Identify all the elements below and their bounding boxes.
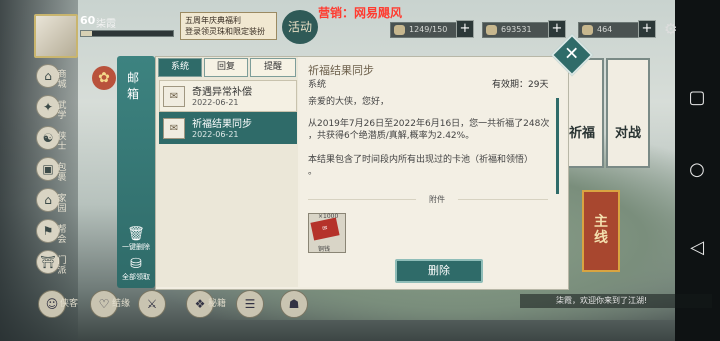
resource-silver: 693531 [482, 22, 554, 38]
left-menu-item[interactable]: ⛩ 门派 [36, 250, 67, 276]
left-menu-item[interactable]: ⚑ 帮会 [36, 219, 67, 245]
main-quest-button[interactable]: 主线 [582, 190, 620, 272]
mail-envelope-icon: ✉ [163, 86, 185, 107]
detail-sender: 系统 [308, 80, 327, 90]
jade-icon [582, 25, 593, 35]
home-icon[interactable]: ○ [687, 160, 707, 180]
marketing-label: 营销：网易飓风 [318, 6, 403, 20]
mail-date: 2022-06-21 [192, 98, 239, 107]
bottom-menu-label: 侠客 [60, 299, 79, 309]
left-menu-label: 帮会 [57, 225, 67, 245]
resource-stamina: 1249/150 [390, 22, 462, 38]
detail-title: 祈福结果同步 [308, 64, 374, 77]
detail-scrollbar[interactable] [556, 98, 559, 194]
activity-badge[interactable]: 活动 [282, 10, 318, 44]
delete-all-button[interactable]: 🗑 一键删除 [115, 226, 157, 252]
player-level: 60 [80, 14, 96, 27]
delete-all-label: 一键删除 [122, 243, 150, 251]
sword-icon[interactable]: ⚔ [138, 290, 166, 318]
left-menu-label: 商城 [57, 70, 67, 90]
battle-label: 对战 [614, 126, 641, 141]
add-stamina-button[interactable]: + [456, 20, 474, 38]
left-menu-label: 侠士 [57, 132, 67, 152]
tab-remind[interactable]: 提醒 [250, 58, 296, 77]
scroll-icon[interactable]: ☰ [236, 290, 264, 318]
add-silver-button[interactable]: + [548, 20, 566, 38]
gift-icon: ⛁ [130, 256, 142, 272]
left-menu-item[interactable]: ☯ 侠士 [36, 126, 67, 152]
bottom-menu-label: 结缘 [112, 299, 131, 309]
left-menu-label: 包裹 [57, 163, 67, 183]
left-menu-label: 武学 [57, 101, 67, 121]
mail-title: 奇遇异常补偿 [192, 87, 252, 98]
promo-line2: 登录领灵珠和限定装扮 [185, 27, 265, 36]
chat-text: 柒霞，欢迎你来到了江湖! [556, 296, 648, 305]
main-quest-label: 主线 [594, 214, 608, 246]
detail-body-line: 从2019年7月26日至2022年6月16日，您一共祈福了248次 [308, 119, 550, 129]
add-jade-button[interactable]: + [638, 20, 656, 38]
back-icon[interactable]: ◁ [687, 238, 707, 258]
xp-bar [80, 30, 174, 37]
close-icon: ✕ [564, 44, 580, 65]
attachment-name: 铜钱 [318, 246, 331, 253]
mail-item[interactable]: ✉ 奇遇异常补偿 2022-06-21 [159, 80, 297, 112]
mail-envelope-icon: ✉ [163, 118, 185, 139]
mail-item-selected[interactable]: ✉ 祈福结果同步 2022-06-21 [159, 112, 297, 144]
trash-icon: 🗑 [127, 226, 145, 242]
left-menu-label: 家园 [57, 194, 67, 214]
battle-banner[interactable]: 对战 [606, 58, 650, 168]
silver-icon [486, 25, 497, 35]
delete-button[interactable]: 删除 [395, 259, 483, 283]
claim-all-label: 全部领取 [122, 273, 150, 281]
bottom-menu-label: 秘籍 [208, 299, 227, 309]
detail-body-line: ，共获得6个绝潜质/真解,概率为2.42%。 [308, 131, 475, 141]
chat-bar[interactable]: 柒霞，欢迎你来到了江湖! [520, 294, 712, 308]
mail-title: 祈福结果同步 [192, 119, 252, 130]
claim-all-button[interactable]: ⛁ 全部领取 [115, 256, 157, 282]
detail-body-line: 本结果包含了时间段内所有出现过的卡池（祈福和领悟） [308, 155, 534, 165]
attachment-label: 附件 [416, 194, 458, 206]
promo-line1: 五周年庆典福利 [185, 16, 241, 25]
left-menu-item[interactable]: ▣ 包裹 [36, 157, 67, 183]
tab-system[interactable]: 系统 [158, 58, 202, 77]
lotus-icon[interactable]: ✿ [92, 66, 116, 90]
left-menu-item[interactable]: ✦ 武学 [36, 95, 67, 121]
android-nav: ▢ ○ ◁ [675, 0, 720, 341]
recent-apps-icon[interactable]: ▢ [687, 88, 707, 108]
left-menu-item[interactable]: ⌂ 家园 [36, 188, 67, 214]
detail-body-line: 。 [308, 167, 318, 177]
tab-reply[interactable]: 回复 [204, 58, 248, 77]
xp-fill [81, 31, 93, 36]
detail-greeting: 亲爱的大侠，您好， [308, 97, 390, 107]
mailbox-title: 邮箱 [127, 71, 140, 101]
detail-validity: 有效期：29天 [492, 80, 549, 90]
left-menu-label: 门派 [57, 256, 67, 276]
left-menu-item[interactable]: ⌂ 商城 [36, 64, 67, 90]
gear-icon[interactable]: ⚙ [664, 20, 677, 38]
attachment-count: ×1000 [318, 213, 339, 220]
mail-date: 2022-06-21 [192, 130, 239, 139]
promo-banner[interactable]: 五周年庆典福利 登录领灵珠和限定装扮 [180, 12, 277, 40]
player-name: 柒霞 [96, 19, 116, 30]
mask-icon[interactable]: ☗ [280, 290, 308, 318]
avatar[interactable] [34, 14, 78, 58]
stamina-icon [394, 25, 405, 35]
